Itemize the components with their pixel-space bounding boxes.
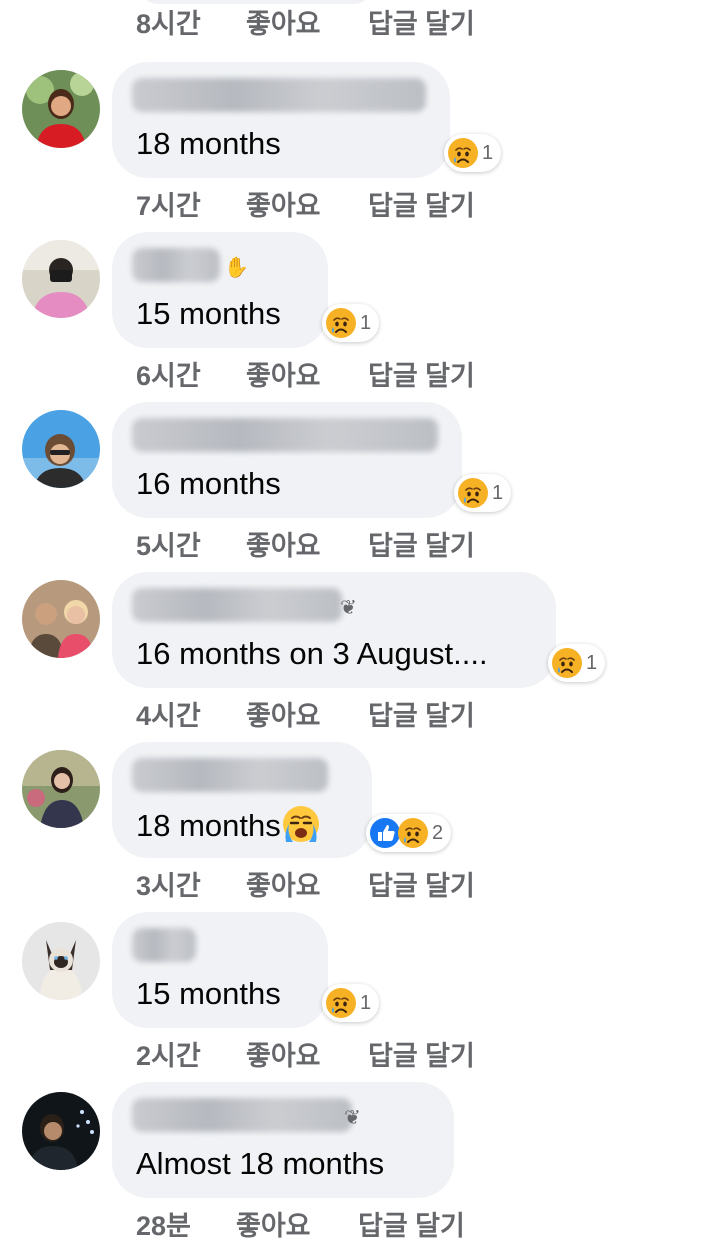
comment-text: 15 months — [136, 976, 281, 1011]
comment-text: 16 months — [136, 466, 281, 501]
author-name-redacted[interactable] — [132, 418, 438, 452]
comment-timestamp: 7시간 — [136, 191, 201, 221]
author-name-redacted[interactable] — [132, 758, 328, 792]
comment-timestamp: 28분 — [136, 1211, 191, 1241]
new-member-leaf-badge-icon: ❦ — [344, 1107, 361, 1129]
avatar[interactable] — [22, 1092, 100, 1170]
comment-text: 15 months — [136, 296, 281, 331]
comment-timestamp: 6시간 — [136, 361, 201, 391]
comment-text: 16 months on 3 August.... — [136, 636, 488, 671]
comment-bubble: 16 months — [112, 402, 462, 518]
like-button[interactable]: 좋아요 — [246, 4, 321, 44]
comment-text: Almost 18 months — [136, 1146, 385, 1181]
reaction-summary[interactable]: 1 — [454, 474, 512, 512]
author-name-redacted[interactable] — [132, 588, 342, 622]
like-button[interactable]: 좋아요 — [246, 1036, 321, 1076]
like-button[interactable]: 좋아요 — [246, 356, 321, 396]
reaction-summary[interactable]: 1 — [444, 134, 502, 172]
comment-text: 18 months — [136, 804, 321, 846]
reply-button[interactable]: 답글 달기 — [368, 1036, 475, 1076]
waving-hand-badge-icon: ✋ — [224, 257, 249, 279]
new-member-leaf-badge-icon: ❦ — [340, 597, 357, 619]
avatar[interactable] — [22, 580, 100, 658]
avatar[interactable] — [22, 750, 100, 828]
author-name-redacted[interactable] — [132, 1098, 352, 1132]
previous-comment-actions: 8시간 좋아요 답글 달기 — [0, 0, 720, 50]
like-button[interactable]: 좋아요 — [246, 186, 321, 226]
reply-button[interactable]: 답글 달기 — [358, 1206, 465, 1246]
like-button[interactable]: 좋아요 — [246, 696, 321, 736]
comment-bubble: 18 months — [112, 742, 372, 858]
avatar[interactable] — [22, 240, 100, 318]
sad-reaction-icon — [551, 647, 583, 679]
comment-bubble: ✋ 15 months — [112, 232, 328, 348]
comment-timestamp: 3시간 — [136, 871, 201, 901]
reply-button[interactable]: 답글 달기 — [368, 186, 475, 226]
reply-button[interactable]: 답글 달기 — [368, 696, 475, 736]
comment-bubble: ❦ Almost 18 months — [112, 1082, 454, 1198]
comment-timestamp: 4시간 — [136, 701, 201, 731]
comment-timestamp: 5시간 — [136, 531, 201, 561]
comment: 16 months 1 5시간 좋아요 답글 달기 — [0, 402, 720, 572]
reply-button[interactable]: 답글 달기 — [368, 4, 475, 44]
reaction-count: 1 — [360, 991, 372, 1014]
comment-bubble: 15 months — [112, 912, 328, 1028]
comment: 15 months 1 2시간 좋아요 답글 달기 — [0, 912, 720, 1082]
reaction-count: 1 — [492, 481, 504, 504]
comment-text-content: 18 months — [136, 808, 281, 843]
avatar[interactable] — [22, 922, 100, 1000]
author-name-redacted[interactable] — [132, 248, 220, 282]
reply-button[interactable]: 답글 달기 — [368, 526, 475, 566]
sad-reaction-icon — [325, 987, 357, 1019]
comment-bubble: ❦ 16 months on 3 August.... — [112, 572, 556, 688]
comment-text: 18 months — [136, 126, 281, 161]
comment: ✋ 15 months 1 6시간 좋아요 답글 달기 — [0, 232, 720, 402]
comment-timestamp: 8시간 — [136, 9, 201, 39]
avatar[interactable] — [22, 410, 100, 488]
reaction-count: 1 — [482, 141, 494, 164]
comment: ❦ Almost 18 months 28분 좋아요 답글 달기 — [0, 1082, 720, 1252]
reaction-summary[interactable]: 1 — [322, 984, 380, 1022]
loudly-crying-emoji-icon — [281, 804, 321, 844]
comment-timestamp: 2시간 — [136, 1041, 201, 1071]
reply-button[interactable]: 답글 달기 — [368, 356, 475, 396]
reaction-count: 1 — [586, 651, 598, 674]
comment: 18 months 2 3시간 좋아요 답글 달기 — [0, 742, 720, 912]
sad-reaction-icon — [457, 477, 489, 509]
sad-reaction-icon — [447, 137, 479, 169]
like-button[interactable]: 좋아요 — [246, 526, 321, 566]
sad-reaction-icon — [325, 307, 357, 339]
like-button[interactable]: 좋아요 — [236, 1206, 311, 1246]
reaction-summary[interactable]: 1 — [322, 304, 380, 342]
reaction-count: 2 — [432, 821, 444, 844]
comment: 18 months 1 7시간 좋아요 답글 달기 — [0, 62, 720, 232]
comment: ❦ 16 months on 3 August.... 1 4시간 좋아요 답글… — [0, 572, 720, 742]
reaction-summary[interactable]: 2 — [366, 814, 452, 852]
reaction-summary[interactable]: 1 — [548, 644, 606, 682]
comment-bubble: 18 months — [112, 62, 450, 178]
avatar[interactable] — [22, 70, 100, 148]
like-button[interactable]: 좋아요 — [246, 866, 321, 906]
author-name-redacted[interactable] — [132, 928, 196, 962]
sad-reaction-icon — [397, 817, 429, 849]
reply-button[interactable]: 답글 달기 — [368, 866, 475, 906]
author-name-redacted[interactable] — [132, 78, 426, 112]
reaction-count: 1 — [360, 311, 372, 334]
